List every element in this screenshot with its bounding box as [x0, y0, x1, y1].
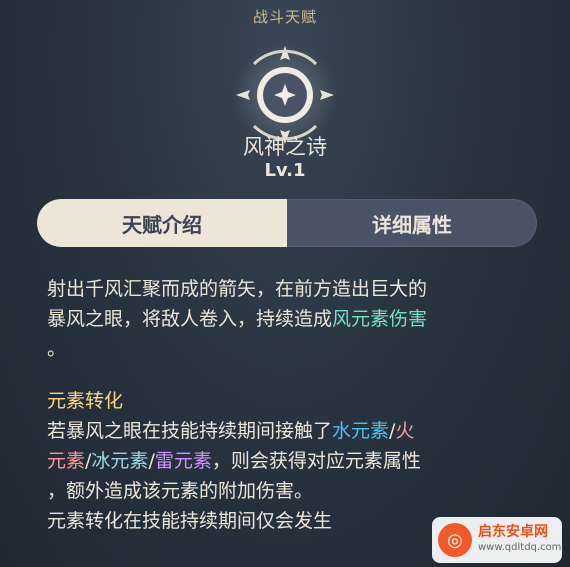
pyro-highlight-part1: 火: [395, 420, 415, 442]
talent-level: Lv.1: [264, 160, 306, 181]
hydro-highlight: 水元素: [332, 420, 390, 442]
cryo-highlight: 冰元素: [91, 450, 149, 472]
watermark-logo-icon: ◎: [438, 523, 472, 557]
talent-name: 风神之诗: [243, 135, 327, 159]
conversion-text: 若暴风之眼在技能持续期间接触了: [47, 420, 333, 442]
description-line: 。: [47, 338, 67, 360]
pyro-highlight-part2: 元素: [47, 450, 86, 472]
description-text: 暴风之眼，将敌人卷入，持续造成: [47, 308, 333, 330]
conversion-line: ，额外造成该元素的附加伤害。: [47, 480, 314, 502]
conversion-text: ，则会获得对应元素属性: [211, 450, 421, 472]
tab-talent-intro[interactable]: 天赋介绍: [37, 199, 287, 247]
talent-description: 射出千风汇聚而成的箭矢，在前方造出巨大的 暴风之眼，将敌人卷入，持续造成风元素伤…: [47, 274, 532, 536]
tab-detailed-attributes[interactable]: 详细属性: [287, 199, 537, 247]
description-paragraph: 射出千风汇聚而成的箭矢，在前方造出巨大的 暴风之眼，将敌人卷入，持续造成风元素伤…: [47, 274, 532, 364]
site-watermark: ◎ 启东安卓网 www.qdltdq.com: [432, 517, 562, 563]
tab-bar: 天赋介绍 详细属性: [37, 199, 537, 247]
anemo-damage-highlight: 风元素伤害: [332, 308, 428, 330]
watermark-text: 启东安卓网 www.qdltdq.com: [478, 524, 561, 556]
watermark-url: www.qdltdq.com: [478, 542, 562, 553]
conversion-line: 若暴风之眼在技能持续期间接触了水元素/火: [47, 416, 532, 446]
description-line: 暴风之眼，将敌人卷入，持续造成风元素伤害: [47, 304, 532, 334]
electro-highlight: 雷元素: [154, 450, 212, 472]
conversion-heading: 元素转化: [47, 390, 124, 412]
section-title: 战斗天赋: [252, 8, 317, 26]
description-line: 射出千风汇聚而成的箭矢，在前方造出巨大的: [47, 278, 428, 300]
watermark-name: 启东安卓网: [478, 524, 548, 540]
conversion-line: 元素/冰元素/雷元素，则会获得对应元素属性: [47, 446, 532, 476]
